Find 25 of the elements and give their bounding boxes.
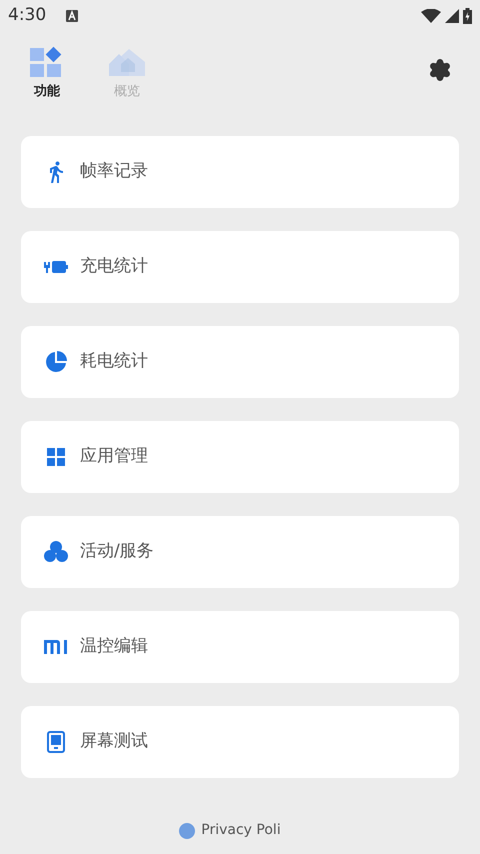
three-circles-icon	[44, 541, 68, 563]
globe-icon	[179, 822, 196, 838]
mi-logo-icon	[44, 640, 68, 654]
menu-card[interactable]: 屏幕测试	[21, 706, 459, 778]
wifi-icon	[421, 9, 441, 23]
battery-charging-icon	[463, 8, 472, 24]
menu-card[interactable]: 温控编辑	[21, 611, 459, 683]
plug-battery-icon	[44, 259, 68, 275]
settings-icon	[428, 58, 452, 82]
keyboard-notification-icon	[66, 10, 78, 22]
nav-tab[interactable]: 功能	[22, 46, 72, 102]
menu-card[interactable]: 耗电统计	[21, 326, 459, 398]
status-time: 4:30	[8, 4, 46, 28]
signal-icon	[445, 9, 459, 23]
privacy-policy-link[interactable]: Privacy Poli	[201, 820, 281, 841]
pie-chart-icon	[45, 351, 67, 373]
settings-button[interactable]	[428, 58, 452, 82]
home-icon	[109, 46, 145, 78]
grid-icon	[47, 448, 65, 466]
grid-icon	[30, 46, 64, 78]
menu-card[interactable]: 帧率记录	[21, 136, 459, 208]
menu-card[interactable]: 应用管理	[21, 421, 459, 493]
menu-card[interactable]: 活动/服务	[21, 516, 459, 588]
tablet-icon	[47, 731, 65, 753]
menu-card[interactable]: 充电统计	[21, 231, 459, 303]
